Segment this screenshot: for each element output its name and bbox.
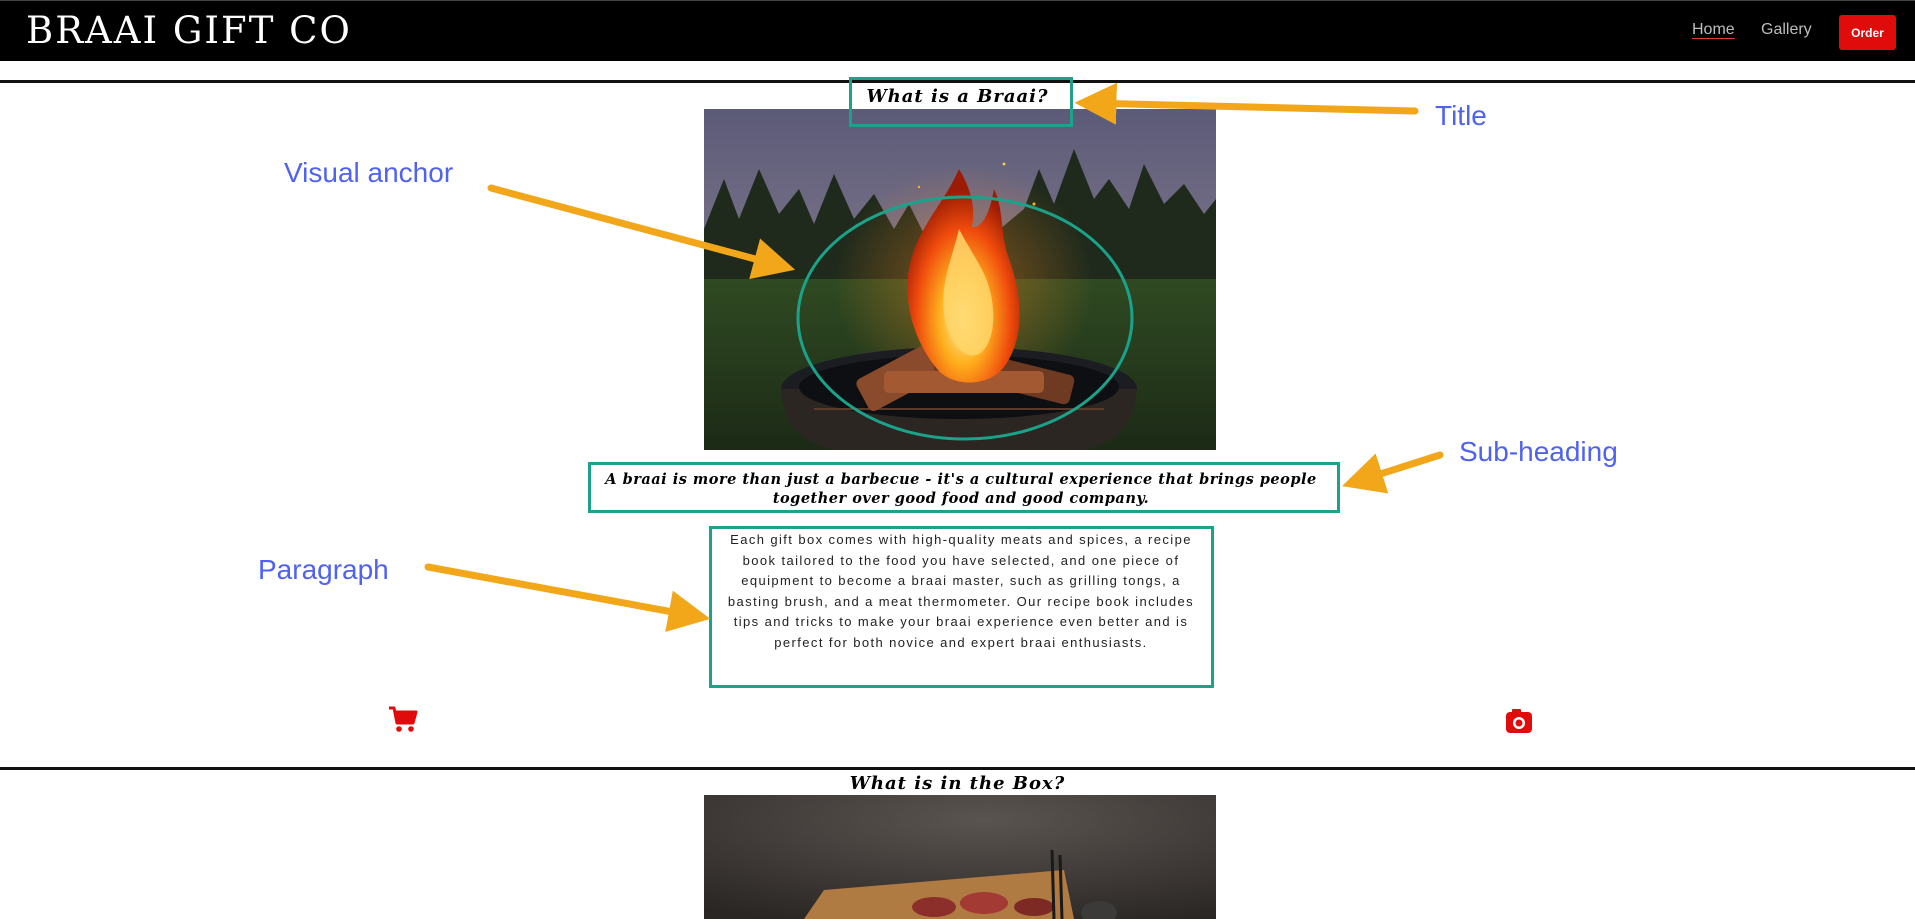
annotation-paragraph-label: Paragraph xyxy=(258,554,389,585)
annotation-title-label: Title xyxy=(1435,100,1487,131)
visual-anchor-ellipse xyxy=(796,195,1134,441)
title-arrow xyxy=(1074,82,1419,125)
paragraph-arrow xyxy=(424,563,711,632)
annotation-visual-anchor-label: Visual anchor xyxy=(284,157,454,188)
visual-anchor-arrow xyxy=(487,184,796,280)
camera-icon[interactable] xyxy=(1505,708,1533,739)
annotation-subheading-label: Sub-heading xyxy=(1459,436,1618,467)
meat-board-image xyxy=(704,795,1216,919)
subheading-arrow xyxy=(1341,451,1444,494)
cart-icon[interactable] xyxy=(388,706,418,739)
section-divider xyxy=(0,767,1915,770)
section-title: What is in the Box? xyxy=(849,773,1066,794)
